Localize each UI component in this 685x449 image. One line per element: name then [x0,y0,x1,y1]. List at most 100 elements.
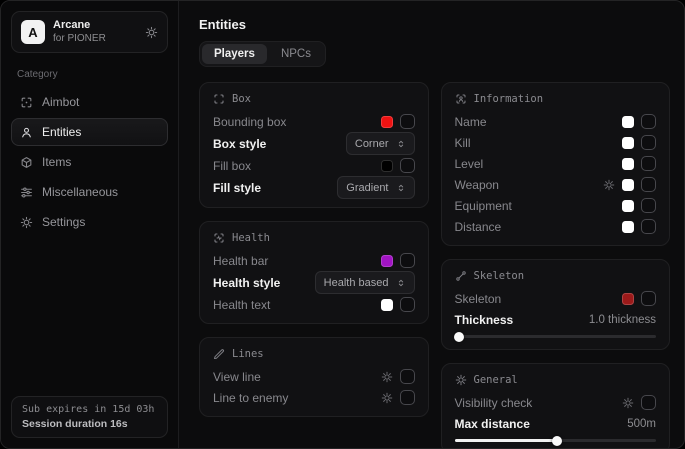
row-checkbox[interactable] [641,395,656,410]
pencil-icon [213,348,225,360]
color-swatch[interactable] [622,116,634,128]
row-label: Fill style [213,181,261,195]
equipment-row: Equipment [455,195,657,216]
row-checkbox[interactable] [641,135,656,150]
sidebar: A Arcane for PIONER Category Aimbot Enti… [1,1,179,448]
gear-icon [20,216,33,229]
row-label: View line [213,370,261,384]
row-controls [381,390,415,405]
row-label: Line to enemy [213,391,288,405]
page-title: Entities [199,17,670,32]
health-style-dropdown[interactable]: Health based [315,271,415,294]
sidebar-item-miscellaneous[interactable]: Miscellaneous [11,178,168,206]
row-label: Thickness [455,313,514,327]
row-label: Visibility check [455,396,533,410]
sidebar-item-settings[interactable]: Settings [11,208,168,236]
sidebar-item-label: Items [42,155,71,169]
tab-players[interactable]: Players [202,44,267,64]
sidebar-spacer [11,236,168,396]
color-swatch[interactable] [622,179,634,191]
app-window: A Arcane for PIONER Category Aimbot Enti… [0,0,685,449]
skeleton-card-header: Skeleton [455,267,657,285]
health-card: Health Health bar Health style Health ba… [199,221,429,324]
row-checkbox[interactable] [641,156,656,171]
row-label: Fill box [213,159,251,173]
row-checkbox[interactable] [641,198,656,213]
row-checkbox[interactable] [400,114,415,129]
line-to-enemy-row: Line to enemy [213,387,415,408]
row-controls [622,395,656,410]
user-icon [20,126,33,139]
slider-track [455,335,657,338]
distance-row: Distance [455,216,657,237]
information-card: Information Name Kill [441,82,671,246]
unfold-icon [396,183,406,193]
brand-logo: A [21,20,45,44]
row-label: Weapon [455,178,499,192]
sidebar-item-items[interactable]: Items [11,148,168,176]
entity-tabs: Players NPCs [199,41,326,67]
weapon-row: Weapon [455,174,657,195]
slider-value: 500m [627,418,656,430]
color-swatch[interactable] [622,200,634,212]
row-label: Box style [213,137,266,151]
thickness-label-row: Thickness 1.0 thickness [455,309,657,330]
card-title: Skeleton [474,270,525,282]
dropdown-value: Gradient [346,182,388,194]
color-swatch[interactable] [622,137,634,149]
color-swatch[interactable] [381,255,393,267]
box-style-dropdown[interactable]: Corner [346,132,415,155]
gear-icon[interactable] [381,392,393,404]
row-checkbox[interactable] [400,369,415,384]
package-icon [20,156,33,169]
row-checkbox[interactable] [641,177,656,192]
color-swatch[interactable] [381,116,393,128]
gear-icon[interactable] [603,179,615,191]
row-checkbox[interactable] [641,291,656,306]
thickness-slider[interactable] [455,331,657,341]
tab-npcs[interactable]: NPCs [269,44,323,64]
view-line-row: View line [213,366,415,387]
sidebar-item-entities[interactable]: Entities [11,118,168,146]
row-checkbox[interactable] [400,158,415,173]
max-distance-slider[interactable] [455,435,657,445]
row-label: Health text [213,298,270,312]
row-controls [622,135,656,150]
scan-box-icon [213,93,225,105]
kill-row: Kill [455,132,657,153]
name-row: Name [455,111,657,132]
row-label: Bounding box [213,115,286,129]
fill-style-dropdown[interactable]: Gradient [337,176,414,199]
health-text-row: Health text [213,294,415,315]
crosshair-icon [20,96,33,109]
row-checkbox[interactable] [400,390,415,405]
row-checkbox[interactable] [400,297,415,312]
sidebar-nav: Aimbot Entities Items Miscellaneous Sett… [11,88,168,236]
card-title: Box [232,93,251,105]
color-swatch[interactable] [622,158,634,170]
row-controls [622,198,656,213]
gear-icon[interactable] [622,397,634,409]
sidebar-item-aimbot[interactable]: Aimbot [11,88,168,116]
slider-thumb[interactable] [552,436,562,446]
general-card: General Visibility check Max distance 50… [441,363,671,448]
color-swatch[interactable] [381,160,393,172]
unfold-icon [396,139,406,149]
row-label: Distance [455,220,502,234]
bounding-box-row: Bounding box [213,111,415,132]
skeleton-card: Skeleton Skeleton Thickness 1.0 thicknes… [441,259,671,350]
card-columns: Box Bounding box Box style Corner [199,82,670,448]
color-swatch[interactable] [622,293,634,305]
row-controls [622,291,656,306]
brand-subtitle: for PIONER [53,33,137,46]
row-controls [381,253,415,268]
row-checkbox[interactable] [400,253,415,268]
slider-thumb[interactable] [454,332,464,342]
gear-icon[interactable] [381,371,393,383]
color-swatch[interactable] [622,221,634,233]
gear-icon[interactable] [145,26,158,39]
sidebar-item-label: Settings [42,215,85,229]
row-checkbox[interactable] [641,219,656,234]
color-swatch[interactable] [381,299,393,311]
row-checkbox[interactable] [641,114,656,129]
